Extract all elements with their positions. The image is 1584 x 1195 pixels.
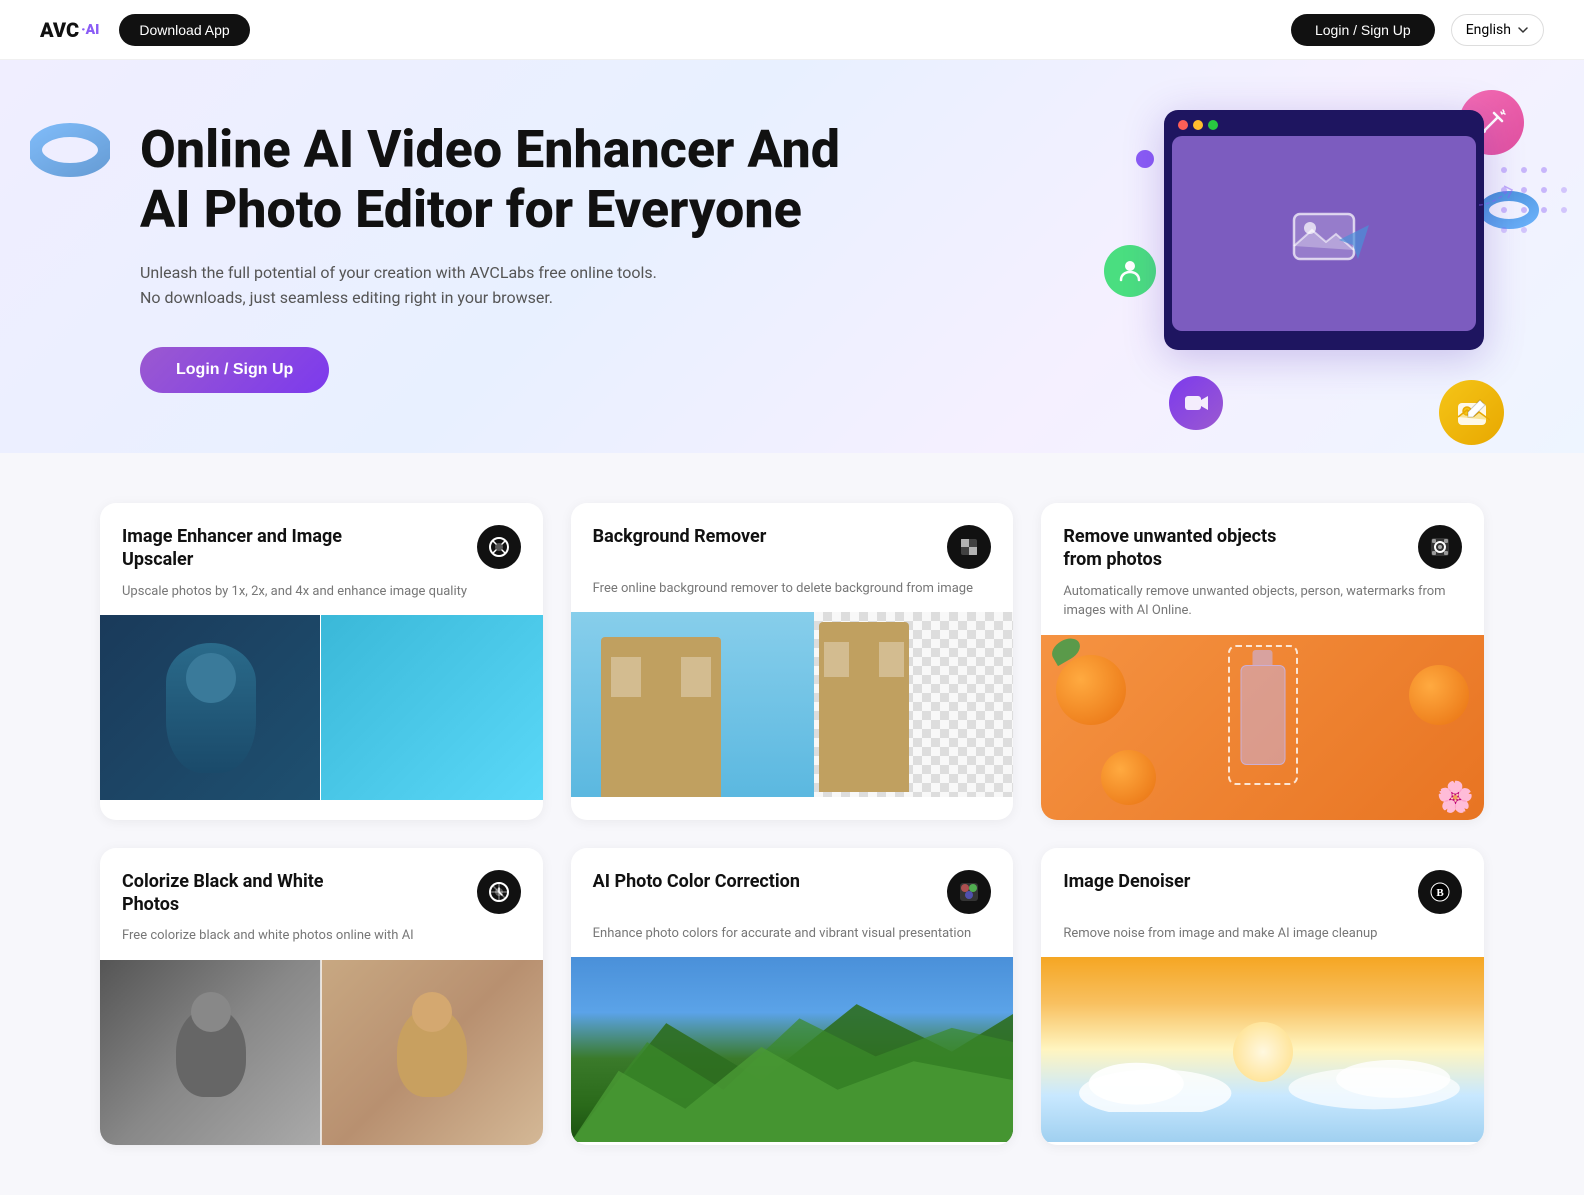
orange-2 xyxy=(1409,665,1469,725)
navbar-left: AVC ·AI Download App xyxy=(40,14,250,46)
color-correction-icon xyxy=(947,870,991,914)
card-image-bg-remover-preview xyxy=(571,612,1014,797)
colored-head xyxy=(412,992,452,1032)
sunset-sky xyxy=(1041,957,1484,1142)
bg-before-area xyxy=(571,612,814,797)
card-title-color-correction: AI Photo Color Correction xyxy=(593,870,800,893)
mountain-landscape xyxy=(571,957,1014,1142)
logo: AVC ·AI xyxy=(40,18,99,42)
card-title-denoiser: Image Denoiser xyxy=(1063,870,1190,893)
card-desc-image-enhancer: Upscale photos by 1x, 2x, and 4x and enh… xyxy=(100,582,543,616)
card-header-color-correction: AI Photo Color Correction xyxy=(571,848,1014,924)
colorize-icon xyxy=(477,870,521,914)
window-cutout-1 xyxy=(824,642,849,677)
cursor-decoration xyxy=(1334,220,1374,264)
colored-person xyxy=(397,1007,467,1097)
bg-remove-icon xyxy=(947,525,991,569)
card-header-denoiser: Image Denoiser B xyxy=(1041,848,1484,924)
card-colorize[interactable]: Colorize Black and White Photos Free col… xyxy=(100,848,543,1145)
window-2 xyxy=(681,657,711,697)
color-side xyxy=(321,960,542,1145)
card-title-object-removal: Remove unwanted objects from photos xyxy=(1063,525,1283,572)
card-header-image-enhancer: Image Enhancer and Image Upscaler xyxy=(100,503,543,582)
card-image-object-removal-preview: 🌸 xyxy=(1041,635,1484,820)
arrow-decoration xyxy=(1474,180,1524,214)
person-silhouette-after xyxy=(387,643,477,773)
hero-subtitle: Unleash the full potential of your creat… xyxy=(140,260,660,311)
logo-text: AVC xyxy=(40,18,79,42)
object-remove-icon xyxy=(1418,525,1462,569)
selection-dashes xyxy=(1228,645,1298,785)
building xyxy=(601,637,721,797)
person-icon-circle xyxy=(1104,245,1156,297)
card-header-bg-remover: Background Remover xyxy=(571,503,1014,579)
download-button[interactable]: Download App xyxy=(119,14,249,46)
browser-minimize-dot xyxy=(1193,120,1203,130)
card-title-colorize: Colorize Black and White Photos xyxy=(122,870,342,917)
language-label: English xyxy=(1466,22,1511,38)
card-desc-denoiser: Remove noise from image and make AI imag… xyxy=(1041,924,1484,958)
card-denoiser[interactable]: Image Denoiser B Remove noise from image… xyxy=(1041,848,1484,1145)
photo-edit-icon-circle xyxy=(1439,380,1504,445)
browser-close-dot xyxy=(1178,120,1188,130)
cards-section: Image Enhancer and Image Upscaler Upscal… xyxy=(0,453,1584,1195)
card-desc-object-removal: Automatically remove unwanted objects, p… xyxy=(1041,582,1484,635)
navbar-right: Login / Sign Up English xyxy=(1291,14,1544,46)
video-icon-circle xyxy=(1169,376,1223,430)
window-1 xyxy=(611,657,641,697)
chevron-down-icon xyxy=(1517,24,1529,36)
browser-maximize-dot xyxy=(1208,120,1218,130)
card-image-colorize-preview xyxy=(100,960,543,1145)
colorize-divider xyxy=(320,960,322,1145)
card-desc-bg-remover: Free online background remover to delete… xyxy=(571,579,1014,613)
after-image xyxy=(321,615,542,800)
before-image xyxy=(100,615,321,800)
hero-content: Online AI Video Enhancer And AI Photo Ed… xyxy=(140,120,840,393)
window-cutout-2 xyxy=(879,642,904,677)
cards-grid: Image Enhancer and Image Upscaler Upscal… xyxy=(100,503,1484,1145)
card-image-color-correction-preview xyxy=(571,957,1014,1142)
card-bg-remover[interactable]: Background Remover Free online backgroun… xyxy=(571,503,1014,820)
enhance-icon xyxy=(477,525,521,569)
divider-line xyxy=(320,615,322,800)
card-color-correction[interactable]: AI Photo Color Correction Enhance photo … xyxy=(571,848,1014,1145)
denoiser-icon: B xyxy=(1418,870,1462,914)
orange-1 xyxy=(1056,655,1126,725)
logo-dot-ai: ·AI xyxy=(81,22,99,38)
card-desc-colorize: Free colorize black and white photos onl… xyxy=(100,926,543,960)
hero-cta-button[interactable]: Login / Sign Up xyxy=(140,347,329,393)
torus-decoration xyxy=(30,110,110,190)
orange-3 xyxy=(1101,750,1156,805)
card-desc-color-correction: Enhance photo colors for accurate and vi… xyxy=(571,924,1014,958)
card-image-enhancer[interactable]: Image Enhancer and Image Upscaler Upscal… xyxy=(100,503,543,820)
flower-decoration: 🌸 xyxy=(1437,780,1474,815)
card-title-image-enhancer: Image Enhancer and Image Upscaler xyxy=(122,525,342,572)
language-selector[interactable]: English xyxy=(1451,14,1544,46)
bw-head xyxy=(191,992,231,1032)
browser-traffic-lights xyxy=(1164,110,1484,136)
card-header-object-removal: Remove unwanted objects from photos xyxy=(1041,503,1484,582)
login-button[interactable]: Login / Sign Up xyxy=(1291,14,1435,46)
card-header-colorize: Colorize Black and White Photos xyxy=(100,848,543,927)
bw-person xyxy=(176,1007,246,1097)
building-cutout xyxy=(819,622,909,792)
hero-title: Online AI Video Enhancer And AI Photo Ed… xyxy=(140,120,840,240)
browser-content xyxy=(1172,136,1476,331)
hero-section: Online AI Video Enhancer And AI Photo Ed… xyxy=(0,60,1584,453)
browser-mockup xyxy=(1164,110,1484,350)
card-title-bg-remover: Background Remover xyxy=(593,525,767,548)
navbar: AVC ·AI Download App Login / Sign Up Eng… xyxy=(0,0,1584,60)
card-image-enhancer-preview xyxy=(100,615,543,800)
head-after xyxy=(407,653,457,703)
leaf-decoration xyxy=(1051,640,1081,660)
card-object-removal[interactable]: Remove unwanted objects from photos Auto… xyxy=(1041,503,1484,820)
bg-transparent-area xyxy=(814,612,1013,797)
person-silhouette-before xyxy=(166,643,256,773)
hero-illustration xyxy=(1114,80,1534,453)
svg-text:B: B xyxy=(1436,887,1444,899)
head-before xyxy=(186,653,236,703)
card-image-denoiser-preview xyxy=(1041,957,1484,1142)
bw-side xyxy=(100,960,321,1145)
